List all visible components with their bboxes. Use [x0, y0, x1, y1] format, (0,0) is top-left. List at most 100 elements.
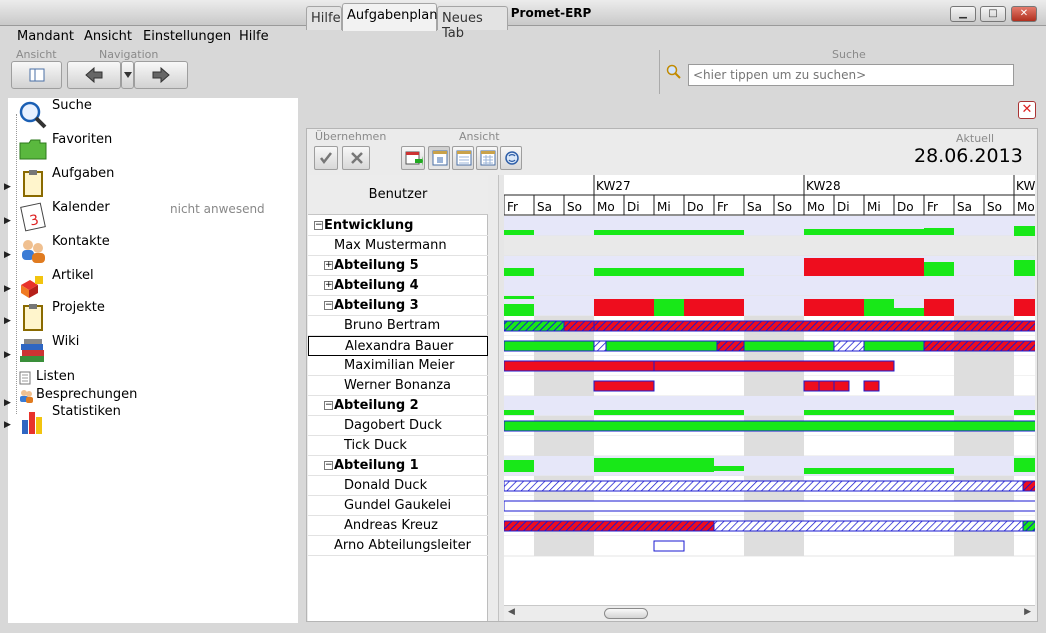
task-bar — [504, 268, 534, 276]
expand-icon[interactable]: + — [324, 281, 333, 290]
maximize-button[interactable]: □ — [980, 6, 1006, 22]
day-label: Mo — [1017, 200, 1035, 214]
scroll-left-icon[interactable]: ◀ — [508, 607, 515, 617]
sidebar-item-wiki[interactable]: ▶ Wiki — [0, 334, 290, 364]
user-row[interactable]: Alexandra Bauer — [308, 336, 488, 356]
day-label: Fr — [927, 200, 938, 214]
day-label: Di — [837, 200, 850, 214]
collapse-icon[interactable]: − — [324, 461, 333, 470]
window-title: Test_B - Promet-ERP — [454, 6, 592, 20]
weekend-cell — [984, 536, 1014, 556]
user-row[interactable]: Bruno Bertram — [308, 316, 488, 336]
user-row[interactable]: Max Mustermann — [308, 236, 488, 256]
reject-button[interactable] — [342, 146, 370, 170]
gantt-row-bg — [504, 256, 1035, 276]
user-row[interactable]: Dagobert Duck — [308, 416, 488, 436]
menu-einstellungen[interactable]: Einstellungen — [143, 29, 231, 44]
cross-icon — [351, 152, 363, 164]
task-bar — [593, 320, 1035, 332]
task-bar — [924, 299, 954, 316]
expand-arrow-icon[interactable]: ▶ — [4, 216, 11, 226]
task-bar — [1014, 226, 1035, 236]
sidebar-item-label: Favoriten — [52, 132, 113, 147]
accept-button[interactable] — [314, 146, 338, 170]
view-toggle-button[interactable] — [11, 61, 62, 89]
user-name: Abteilung 4 — [334, 278, 419, 293]
tab-hilfe[interactable]: Hilfe — [306, 6, 342, 30]
task-bar — [863, 380, 880, 392]
day-label: Mi — [657, 200, 671, 214]
sidebar-item-favoriten[interactable]: Favoriten — [0, 132, 290, 162]
weekend-cell — [774, 536, 804, 556]
group-row[interactable]: − Abteilung 2 — [308, 396, 488, 416]
day-view-button[interactable] — [428, 146, 450, 170]
group-row[interactable]: + Abteilung 4 — [308, 276, 488, 296]
history-dropdown-button[interactable] — [121, 61, 134, 89]
sidebar-item-label: Wiki — [52, 334, 80, 349]
search-input[interactable] — [688, 64, 1014, 86]
user-row[interactable]: Andreas Kreuz — [308, 516, 488, 536]
user-row[interactable]: Arno Abteilungsleiter — [308, 536, 488, 556]
sidebar-item-label: Listen — [36, 369, 75, 384]
scroll-right-icon[interactable]: ▶ — [1024, 607, 1031, 617]
gantt-horizontal-scrollbar[interactable]: ◀ ▶ — [504, 605, 1035, 621]
forward-button[interactable] — [134, 61, 188, 89]
dropdown-icon — [123, 72, 132, 78]
user-row[interactable]: Donald Duck — [308, 476, 488, 496]
user-row[interactable]: Maximilian Meier — [308, 356, 488, 376]
task-bar — [863, 340, 925, 352]
close-window-button[interactable]: ✕ — [1011, 6, 1037, 22]
menu-mandant[interactable]: Mandant — [17, 29, 74, 44]
task-bar — [504, 410, 534, 415]
task-bar — [818, 380, 835, 392]
back-button[interactable] — [67, 61, 121, 89]
month-view-button[interactable] — [476, 146, 498, 170]
expand-arrow-icon[interactable]: ▶ — [4, 284, 11, 294]
books-icon — [20, 339, 44, 362]
sidebar-item-kontakte[interactable]: ▶ Kontakte — [0, 234, 290, 264]
menu-hilfe[interactable]: Hilfe — [239, 29, 269, 44]
group-row[interactable]: − Abteilung 1 — [308, 456, 488, 476]
user-row[interactable]: Werner Bonanza — [308, 376, 488, 396]
tab-aufgabenplan[interactable]: Aufgabenplan — [342, 3, 438, 31]
gantt-svg: KW27 KW28 KW Fr Sa So Mo Di Mi Do Fr Sa So Mo Di Mi Do Fr… — [504, 175, 1035, 557]
refresh-button[interactable] — [500, 146, 522, 170]
user-row[interactable]: Tick Duck — [308, 436, 488, 456]
task-bar — [804, 468, 954, 474]
menu-ansicht[interactable]: Ansicht — [84, 29, 132, 44]
scroll-thumb[interactable] — [604, 608, 648, 619]
collapse-icon[interactable]: − — [324, 401, 333, 410]
go-to-date-button[interactable] — [401, 146, 425, 170]
gantt-chart: KW27 KW28 KW Fr Sa So Mo Di Mi Do Fr Sa So Mo Di Mi Do Fr… — [504, 175, 1035, 605]
group-row[interactable]: − Abteilung 3 — [308, 296, 488, 316]
close-tab-icon[interactable]: ✕ — [1018, 101, 1036, 119]
week-view-button[interactable] — [452, 146, 474, 170]
task-bar — [804, 258, 924, 276]
task-bar — [1022, 480, 1035, 492]
sidebar-item-kalender[interactable]: ▶ 3 Kalender nicht anwesend — [0, 200, 290, 232]
collapse-icon[interactable]: − — [314, 221, 323, 230]
user-row[interactable]: Gundel Gaukelei — [308, 496, 488, 516]
expand-icon[interactable]: + — [324, 261, 333, 270]
weekend-cell — [564, 376, 594, 396]
collapse-icon[interactable]: − — [324, 301, 333, 310]
expand-arrow-icon[interactable]: ▶ — [4, 350, 11, 360]
day-label: Sa — [957, 200, 972, 214]
gantt-row-bg — [504, 236, 1035, 256]
expand-arrow-icon[interactable]: ▶ — [4, 316, 11, 326]
expand-arrow-icon[interactable]: ▶ — [4, 420, 11, 430]
tab-neues-tab[interactable]: Neues Tab — [437, 6, 508, 41]
sidebar-item-aufgaben[interactable]: ▶ Aufgaben — [0, 166, 290, 197]
sidebar-item-projekte[interactable]: ▶ Projekte — [0, 300, 290, 331]
sidebar-item-artikel[interactable]: ▶ Artikel — [0, 268, 290, 298]
sidebar-item-suche[interactable]: Suche — [0, 98, 290, 129]
gantt-row-bg — [504, 456, 1035, 476]
day-view-icon — [432, 150, 448, 166]
group-row[interactable]: + Abteilung 5 — [308, 256, 488, 276]
group-row[interactable]: − Entwicklung — [308, 216, 488, 236]
task-bar — [653, 540, 685, 552]
sidebar-item-statistiken[interactable]: ▶ Statistiken — [0, 404, 290, 434]
minimize-button[interactable]: ▁ — [950, 6, 976, 22]
expand-arrow-icon[interactable]: ▶ — [4, 250, 11, 260]
expand-arrow-icon[interactable]: ▶ — [4, 182, 11, 192]
